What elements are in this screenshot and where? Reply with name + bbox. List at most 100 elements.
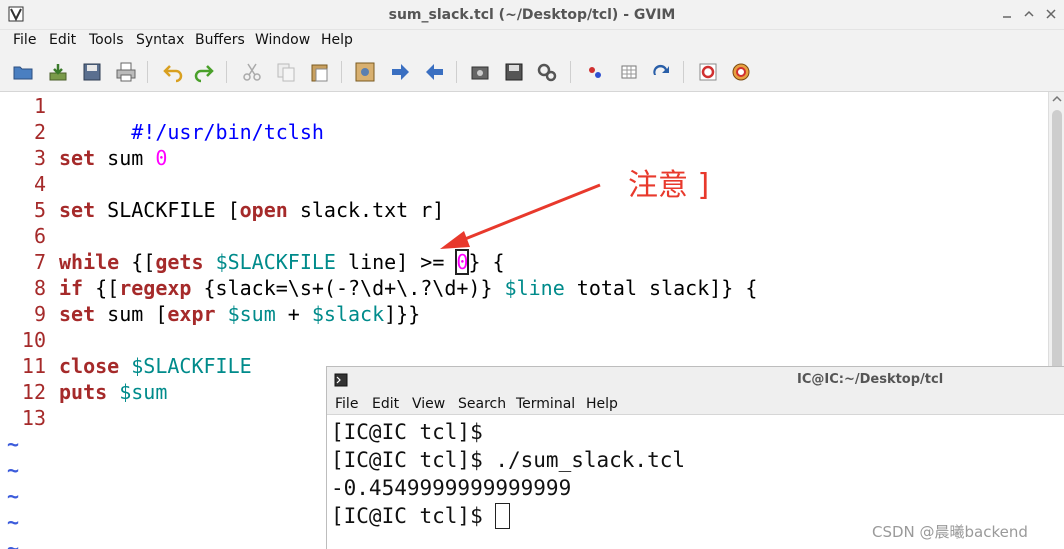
line-number: 3 <box>33 146 46 170</box>
paste-icon[interactable] <box>309 61 331 83</box>
line-number: 12 <box>21 380 46 404</box>
code-text: SLACKFILE [ <box>95 198 240 222</box>
toolbar-separator <box>570 61 571 83</box>
number-literal: 0 <box>155 146 168 170</box>
code-text: total slack]} { <box>564 276 758 300</box>
toolbar-separator <box>226 61 227 83</box>
menu-syntax[interactable]: Syntax <box>136 32 184 48</box>
table-icon[interactable] <box>618 61 640 83</box>
empty-line-tilde: ~ <box>7 510 20 534</box>
empty-line-tilde: ~ <box>7 536 20 549</box>
save-download-icon[interactable] <box>47 61 69 83</box>
menu-file[interactable]: File <box>13 32 36 48</box>
run-script-icon[interactable] <box>536 61 558 83</box>
line-number: 9 <box>33 302 46 326</box>
terminal-line: [IC@IC tcl]$ <box>331 420 483 444</box>
terminal-cursor <box>495 503 511 529</box>
line-number: 7 <box>33 250 46 274</box>
code-text: + <box>275 302 312 326</box>
load-session-icon[interactable] <box>469 61 491 83</box>
help-icon[interactable] <box>697 61 719 83</box>
toolbar-separator <box>147 61 148 83</box>
terminal-prompt-line: [IC@IC tcl]$ <box>331 502 511 530</box>
terminal-app-icon <box>334 373 348 387</box>
keyword: regexp <box>119 276 192 300</box>
line-number: 13 <box>21 406 46 430</box>
terminal-menu-view[interactable]: View <box>412 396 445 412</box>
jump-tag-icon[interactable] <box>650 61 672 83</box>
keyword: puts <box>59 380 108 404</box>
line-number: 11 <box>21 354 46 378</box>
keyword: expr <box>167 302 216 326</box>
annotation-note: 注意 ] <box>628 168 710 203</box>
code-line-5: set SLACKFILE [open slack.txt r] <box>59 197 444 223</box>
open-file-icon[interactable] <box>12 61 34 83</box>
variable: $slack <box>311 302 385 326</box>
find-help-icon[interactable] <box>730 61 752 83</box>
maximize-icon[interactable] <box>1022 7 1036 21</box>
forward-icon[interactable] <box>389 61 411 83</box>
menu-edit[interactable]: Edit <box>49 32 76 48</box>
terminal-prompt: [IC@IC tcl]$ <box>331 504 496 528</box>
toolbar-separator <box>456 61 457 83</box>
code-line-9: set sum [expr $sum + $slack]}} <box>59 301 420 327</box>
terminal-line: [IC@IC tcl]$ ./sum_slack.tcl <box>331 448 686 472</box>
empty-line-tilde: ~ <box>7 432 20 456</box>
menu-buffers[interactable]: Buffers <box>195 32 245 48</box>
code-text: {[ <box>119 250 156 274</box>
line-number: 10 <box>21 328 46 352</box>
terminal-title: IC@IC:~/Desktop/tcl <box>797 372 944 387</box>
code-line-11: close $SLACKFILE <box>59 353 252 379</box>
keyword: open <box>239 198 288 222</box>
watermark: CSDN @晨曦backend <box>872 523 1028 541</box>
variable: $sum <box>227 302 276 326</box>
code-line-3: set sum 0 <box>59 145 167 171</box>
annotation-arrow-icon <box>440 183 601 249</box>
code-text: sum <box>95 146 156 170</box>
empty-line-tilde: ~ <box>7 484 20 508</box>
terminal-menubar: File Edit View Search Terminal Help <box>327 393 1064 415</box>
back-icon[interactable] <box>424 61 446 83</box>
scroll-up-icon[interactable] <box>1052 94 1062 104</box>
terminal-titlebar[interactable]: IC@IC:~/Desktop/tcl <box>327 367 1064 393</box>
cut-icon[interactable] <box>241 61 263 83</box>
make-icon[interactable] <box>584 61 606 83</box>
terminal-menu-terminal[interactable]: Terminal <box>516 396 575 412</box>
save-icon[interactable] <box>81 61 103 83</box>
shebang: #!/usr/bin/tclsh <box>131 120 324 144</box>
code-line-1: #!/usr/bin/tclsh <box>59 93 324 144</box>
gvim-titlebar[interactable]: sum_slack.tcl (~/Desktop/tcl) - GVIM <box>0 0 1064 30</box>
menu-window[interactable]: Window <box>255 32 310 48</box>
menu-help[interactable]: Help <box>321 32 353 48</box>
print-icon[interactable] <box>115 61 137 83</box>
keyword: while <box>59 250 120 274</box>
terminal-menu-edit[interactable]: Edit <box>372 396 399 412</box>
gvim-menubar: File Edit Tools Syntax Buffers Window He… <box>0 30 1064 52</box>
terminal-menu-search[interactable]: Search <box>458 396 506 412</box>
undo-icon[interactable] <box>162 61 184 83</box>
terminal-menu-help[interactable]: Help <box>586 396 618 412</box>
code-text: {slack=\s+(-?\d+\.?\d+)} <box>191 276 505 300</box>
code-line-8: if {[regexp {slack=\s+(-?\d+\.?\d+)} $li… <box>59 275 757 301</box>
variable: $line <box>504 276 565 300</box>
minimize-icon[interactable] <box>1000 7 1014 21</box>
menu-tools[interactable]: Tools <box>89 32 124 48</box>
terminal-line: -0.4549999999999999 <box>331 476 572 500</box>
copy-icon[interactable] <box>275 61 297 83</box>
keyword: set <box>59 146 96 170</box>
variable: $SLACKFILE <box>131 354 252 378</box>
find-replace-icon[interactable] <box>354 61 376 83</box>
terminal-menu-file[interactable]: File <box>335 396 358 412</box>
redo-icon[interactable] <box>193 61 215 83</box>
toolbar-separator <box>683 61 684 83</box>
gvim-toolbar <box>0 52 1064 92</box>
save-session-icon[interactable] <box>503 61 525 83</box>
scrollbar-thumb[interactable] <box>1052 110 1062 410</box>
keyword: if <box>59 276 84 300</box>
close-icon[interactable] <box>1044 7 1058 21</box>
line-number: 2 <box>33 120 46 144</box>
keyword: gets <box>155 250 204 274</box>
